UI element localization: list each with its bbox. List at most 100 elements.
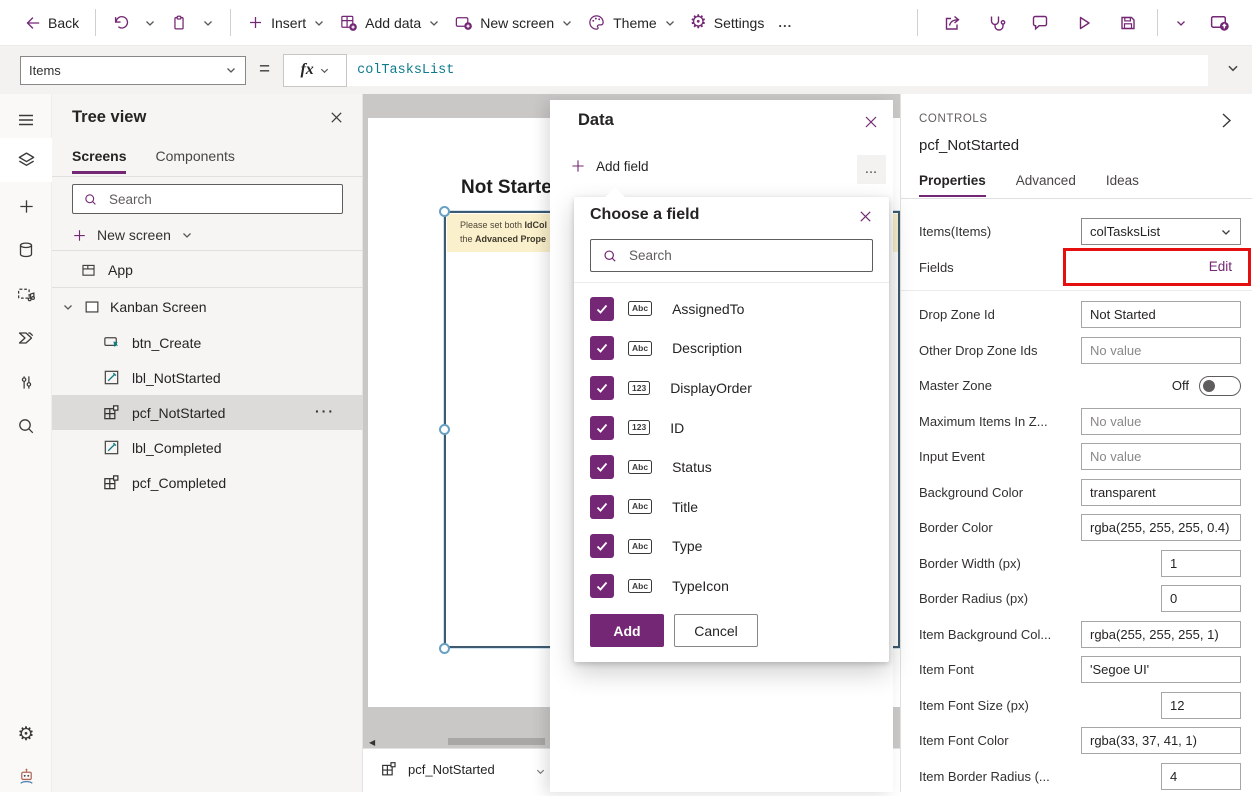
tree-search-input[interactable] <box>107 191 342 208</box>
field-checkbox[interactable] <box>590 336 614 360</box>
new-screen-button[interactable]: New screen <box>447 7 580 39</box>
field-checkbox[interactable] <box>590 455 614 479</box>
item-font-size-px-input[interactable]: 12 <box>1161 692 1241 719</box>
canvas-not-started-label[interactable]: Not Started <box>461 177 563 199</box>
tree-item-app[interactable]: App <box>52 255 363 285</box>
data-panel-more-button[interactable]: ... <box>857 155 886 184</box>
item-font-input[interactable]: 'Segoe UI' <box>1081 656 1241 683</box>
new-screen-button[interactable]: New screen <box>72 222 193 248</box>
add-data-button[interactable]: Add data <box>332 7 447 39</box>
settings-gear-icon[interactable]: ⚙ <box>0 714 52 754</box>
property-label: Item Font Color <box>919 733 1081 748</box>
item-background-col-input[interactable]: rgba(255, 255, 255, 1) <box>1081 621 1241 648</box>
tab-components[interactable]: Components <box>155 148 234 174</box>
save-button[interactable] <box>1109 7 1147 39</box>
maximum-items-in-z-input[interactable]: No value <box>1081 408 1241 435</box>
toolbar-divider <box>95 9 96 36</box>
formula-bar-expand-chevron[interactable] <box>1226 61 1240 75</box>
theme-button[interactable]: Theme <box>580 7 683 39</box>
add-button[interactable]: Add <box>590 614 664 647</box>
formula-input[interactable]: colTasksList <box>347 55 1208 86</box>
input-event-input[interactable]: No value <box>1081 443 1241 470</box>
field-row-AssignedTo: AbcAssignedTo <box>574 289 889 329</box>
field-checkbox[interactable] <box>590 297 614 321</box>
tree-item-label: lbl_Completed <box>132 440 222 456</box>
drop-zone-id-input[interactable]: Not Started <box>1081 301 1241 328</box>
tree-item-pcf_NotStarted[interactable]: pcf_NotStarted··· <box>52 395 363 430</box>
fx-dropdown[interactable]: fx <box>283 54 347 87</box>
scrollbar-left-arrow[interactable]: ◀ <box>369 738 375 747</box>
fields-edit-link[interactable]: Edit <box>1209 259 1232 274</box>
property-selector-dropdown[interactable]: Items <box>20 56 246 85</box>
field-search-box[interactable] <box>590 239 873 272</box>
tree-search-box[interactable] <box>72 184 343 214</box>
menu-icon[interactable] <box>0 100 52 140</box>
horizontal-scrollbar-thumb[interactable] <box>448 738 545 745</box>
tree-item-pcf_Completed[interactable]: pcf_Completed <box>52 465 363 500</box>
properties-tabs: Properties Advanced Ideas <box>919 173 1139 197</box>
save-dropdown-chevron[interactable] <box>1168 7 1194 39</box>
field-checkbox[interactable] <box>590 534 614 558</box>
comments-button[interactable] <box>1021 7 1059 39</box>
field-search-input[interactable] <box>627 247 872 264</box>
master-zone-toggle[interactable] <box>1199 376 1241 396</box>
tab-properties[interactable]: Properties <box>919 173 986 197</box>
tree-item-btn_Create[interactable]: btn_Create <box>52 325 363 360</box>
undo-button[interactable] <box>105 7 137 39</box>
item-font-color-input[interactable]: rgba(33, 37, 41, 1) <box>1081 727 1241 754</box>
field-row-TypeIcon: AbcTypeIcon <box>574 566 889 606</box>
field-checkbox[interactable] <box>590 376 614 400</box>
close-icon[interactable] <box>329 110 344 125</box>
close-icon[interactable] <box>863 114 879 130</box>
search-icon[interactable] <box>0 406 52 446</box>
tree-item-lbl_NotStarted[interactable]: lbl_NotStarted <box>52 360 363 395</box>
tab-screens[interactable]: Screens <box>72 148 126 174</box>
toolbar-more-button[interactable]: ... <box>771 7 799 39</box>
insert-button[interactable]: Insert <box>240 7 332 39</box>
theme-label: Theme <box>613 15 657 31</box>
tree-item-lbl_Completed[interactable]: lbl_Completed <box>52 430 363 465</box>
cancel-button[interactable]: Cancel <box>674 614 758 647</box>
tab-ideas[interactable]: Ideas <box>1106 173 1139 197</box>
app-checker-icon[interactable] <box>977 7 1015 39</box>
power-automate-icon[interactable] <box>0 318 52 358</box>
other-drop-zone-ids-input[interactable]: No value <box>1081 337 1241 364</box>
selection-handle-mid-left[interactable] <box>439 424 450 435</box>
chevron-down-icon[interactable] <box>535 766 546 777</box>
insert-icon[interactable] <box>0 186 52 226</box>
field-checkbox[interactable] <box>590 574 614 598</box>
ai-robot-icon[interactable] <box>0 756 52 796</box>
toolbar-right-group <box>908 7 1252 39</box>
item-border-radius-input[interactable]: 4 <box>1161 763 1241 790</box>
tree-item-kanban-screen[interactable]: Kanban Screen <box>52 292 363 322</box>
border-color-input[interactable]: rgba(255, 255, 255, 0.4) <box>1081 514 1241 541</box>
selection-handle-bottom-left[interactable] <box>439 643 450 654</box>
undo-dropdown-chevron[interactable] <box>137 7 163 39</box>
status-control-name[interactable]: pcf_NotStarted <box>408 762 495 777</box>
chevron-down-icon[interactable] <box>62 301 74 313</box>
field-checkbox[interactable] <box>590 416 614 440</box>
tab-advanced[interactable]: Advanced <box>1016 173 1076 197</box>
close-icon[interactable] <box>858 209 873 224</box>
tree-view-icon[interactable] <box>0 138 52 182</box>
paste-dropdown-chevron[interactable] <box>195 7 221 39</box>
selection-handle-top-left[interactable] <box>439 206 450 217</box>
more-options-button[interactable]: ··· <box>315 403 335 419</box>
chevron-right-icon[interactable] <box>1216 110 1236 130</box>
back-button[interactable]: Back <box>16 7 86 39</box>
preview-play-button[interactable] <box>1065 7 1103 39</box>
settings-button[interactable]: ⚙ Settings <box>683 7 772 39</box>
border-width-px-input[interactable]: 1 <box>1161 550 1241 577</box>
paste-button[interactable] <box>163 7 195 39</box>
data-icon[interactable] <box>0 230 52 270</box>
choose-a-field-callout: Choose a field AbcAssignedToAbcDescripti… <box>574 197 889 662</box>
share-button[interactable] <box>933 7 971 39</box>
publish-button[interactable] <box>1200 7 1238 39</box>
field-checkbox[interactable] <box>590 495 614 519</box>
items-items-dropdown[interactable]: colTasksList <box>1081 218 1241 245</box>
media-icon[interactable] <box>0 274 52 314</box>
add-field-button[interactable]: Add field <box>570 158 649 174</box>
tools-icon[interactable] <box>0 362 52 402</box>
border-radius-px-input[interactable]: 0 <box>1161 585 1241 612</box>
background-color-input[interactable]: transparent <box>1081 479 1241 506</box>
